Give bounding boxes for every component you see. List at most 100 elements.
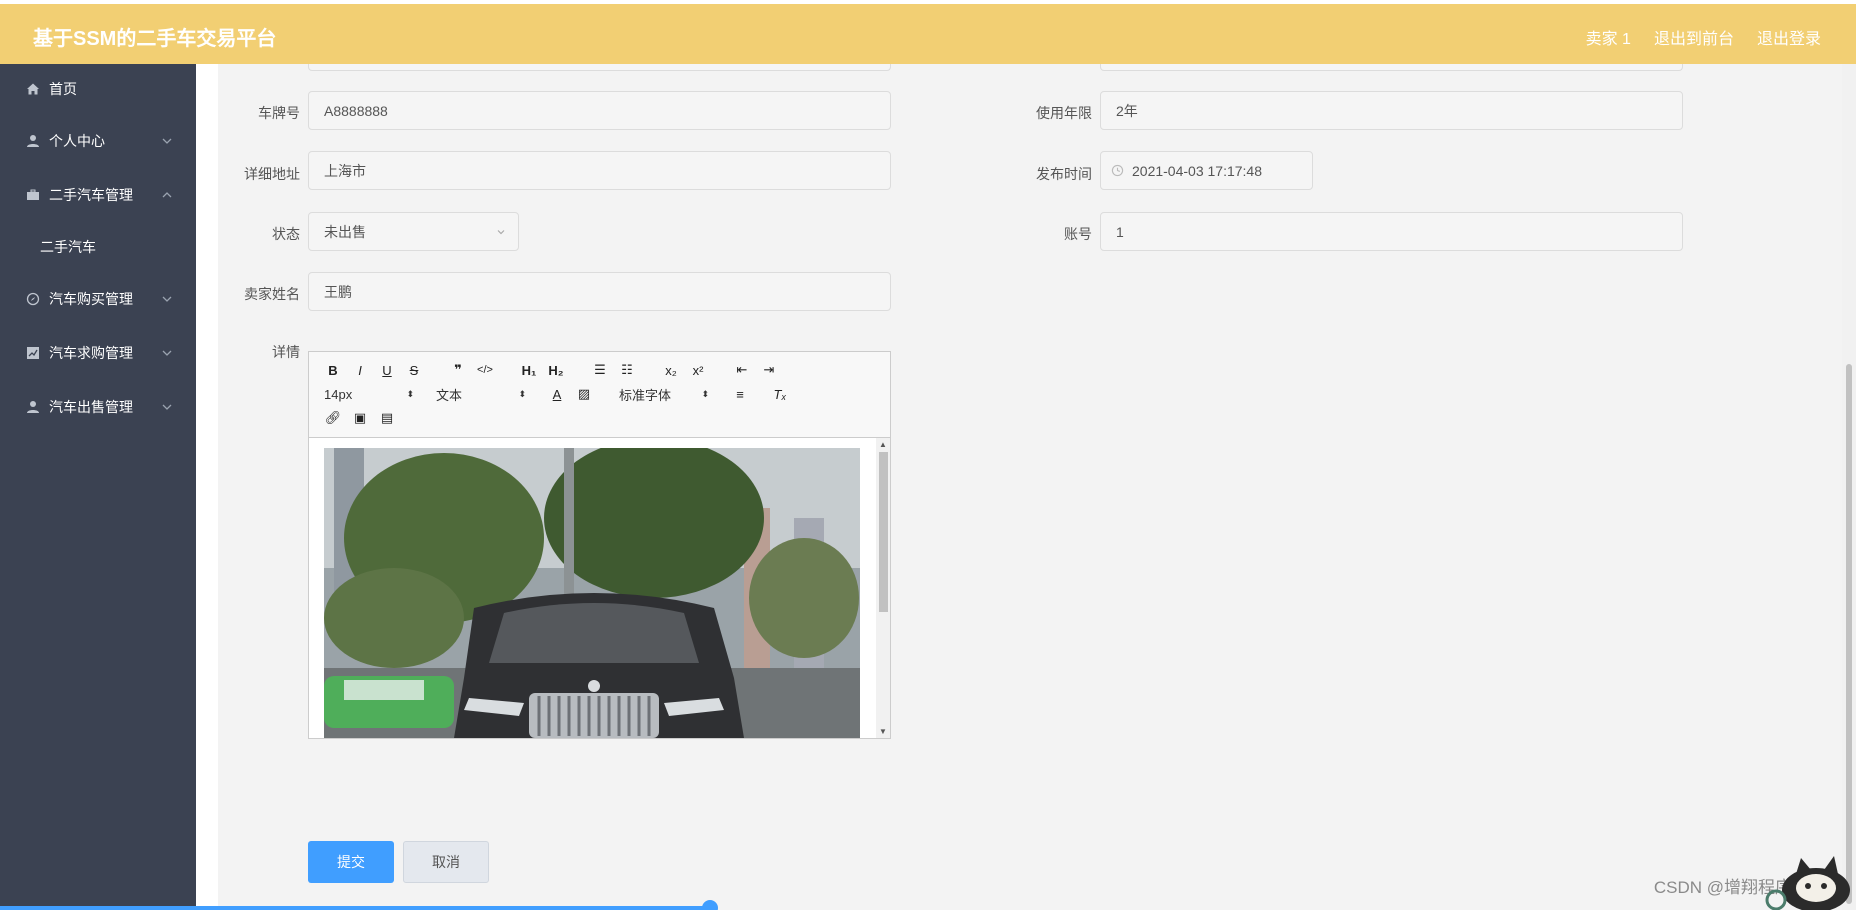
text-type-value: 文本 xyxy=(436,387,463,403)
editor-scroll-thumb[interactable] xyxy=(879,452,888,612)
align-icon[interactable]: ≡ xyxy=(731,385,749,403)
updown-icon: ⬍ xyxy=(518,388,526,399)
editor-toolbar: B I U S ❞ </> H₁ H₂ ☰ ☷ x₂ x² ⇤ ⇥ 14px ⬍… xyxy=(309,352,890,438)
publish-time-field[interactable]: 2021-04-03 17:17:48 xyxy=(1100,151,1313,190)
outdent-icon[interactable]: ⇤ xyxy=(733,361,751,379)
text-type-picker[interactable]: 文本 ⬍ xyxy=(436,385,526,404)
sidebar-item-home[interactable]: 首页 xyxy=(0,64,196,114)
rich-text-editor[interactable]: B I U S ❞ </> H₁ H₂ ☰ ☷ x₂ x² ⇤ ⇥ 14px ⬍… xyxy=(308,351,891,739)
toolbar-row-3: 🔗︎ ▣ ▤ xyxy=(324,408,405,428)
chevron-down-icon xyxy=(497,230,505,235)
cancel-button[interactable]: 取消 xyxy=(403,841,489,883)
status-label: 状态 xyxy=(272,226,300,242)
bullet-list-icon[interactable]: ☷ xyxy=(618,361,636,379)
sidebar-item-label: 个人中心 xyxy=(49,133,105,149)
submit-button[interactable]: 提交 xyxy=(308,841,394,883)
font-color-icon[interactable]: A xyxy=(548,385,566,403)
compass-icon xyxy=(25,291,41,307)
chevron-up-icon xyxy=(162,192,172,198)
clear-format-icon[interactable]: Tₓ xyxy=(771,385,789,403)
app-root: 基于SSM的二手车交易平台 卖家 1 退出到前台 退出登录 首页 个人中心 二手… xyxy=(0,0,1856,910)
sidebar-item-label: 汽车求购管理 xyxy=(49,345,133,361)
sidebar-item-car-sale-management[interactable]: 汽车出售管理 xyxy=(0,380,196,434)
seller-label: 卖家姓名 xyxy=(244,286,300,302)
form-panel: 车牌号 A8888888 使用年限 2年 详细地址 上海市 发布时间 2021-… xyxy=(218,64,1850,910)
header-links: 卖家 1 退出到前台 退出登录 xyxy=(1586,25,1821,49)
subscript-icon[interactable]: x₂ xyxy=(662,361,680,379)
font-family-picker[interactable]: 标准字体 ⬍ xyxy=(619,385,709,404)
chevron-down-icon[interactable]: ▼ xyxy=(879,727,887,736)
years-field[interactable]: 2年 xyxy=(1100,91,1683,130)
account-label: 账号 xyxy=(1064,226,1092,242)
font-size-picker[interactable]: 14px ⬍ xyxy=(324,387,414,402)
detail-label: 详情 xyxy=(272,344,300,360)
years-label: 使用年限 xyxy=(1036,105,1092,121)
logout-link[interactable]: 退出登录 xyxy=(1757,25,1821,49)
font-family-value: 标准字体 xyxy=(619,387,672,403)
chevron-down-icon xyxy=(162,350,172,356)
publish-time-value: 2021-04-03 17:17:48 xyxy=(1132,162,1262,179)
chart-icon xyxy=(25,345,41,361)
indent-icon[interactable]: ⇥ xyxy=(760,361,778,379)
app-title: 基于SSM的二手车交易平台 xyxy=(33,28,277,50)
status-select[interactable]: 未出售 xyxy=(308,212,519,251)
italic-icon[interactable]: I xyxy=(351,361,369,379)
blockquote-icon[interactable]: ❞ xyxy=(449,361,467,379)
sidebar-subitem-used-car[interactable]: 二手汽车 xyxy=(0,222,196,272)
user-icon xyxy=(25,133,41,149)
video-icon[interactable]: ▤ xyxy=(378,409,396,427)
updown-icon: ⬍ xyxy=(406,388,414,399)
plate-field[interactable]: A8888888 xyxy=(308,91,891,130)
top-header: 基于SSM的二手车交易平台 卖家 1 退出到前台 退出登录 xyxy=(0,0,1856,64)
underline-icon[interactable]: U xyxy=(378,361,396,379)
sidebar-item-car-wanted-management[interactable]: 汽车求购管理 xyxy=(0,326,196,380)
editor-scrollbar[interactable]: ▲ ▼ xyxy=(876,438,890,738)
sidebar-item-personal-center[interactable]: 个人中心 xyxy=(0,114,196,168)
page-scroll-thumb[interactable] xyxy=(1846,364,1852,904)
page-scrollbar[interactable] xyxy=(1842,64,1856,910)
sidebar-item-label: 汽车出售管理 xyxy=(49,399,133,415)
status-value: 未出售 xyxy=(324,223,366,240)
updown-icon: ⬍ xyxy=(701,388,709,399)
editor-content[interactable]: ▲ ▼ xyxy=(309,438,890,738)
superscript-icon[interactable]: x² xyxy=(689,361,707,379)
publish-time-label: 发布时间 xyxy=(1036,166,1092,182)
sidebar-item-car-purchase-management[interactable]: 汽车购买管理 xyxy=(0,272,196,326)
sidebar-item-label: 首页 xyxy=(49,81,77,97)
home-icon xyxy=(25,81,41,97)
horizontal-scroll-knob[interactable] xyxy=(702,900,718,910)
toolbar-row-2: 14px ⬍ 文本 ⬍ A ▨ 标准字体 ⬍ ≡ Tₓ xyxy=(324,384,798,404)
heading-2-icon[interactable]: H₂ xyxy=(547,361,565,379)
font-size-value: 14px xyxy=(324,386,353,402)
seller-field[interactable]: 王鹏 xyxy=(308,272,891,311)
strikethrough-icon[interactable]: S xyxy=(405,361,423,379)
background-color-icon[interactable]: ▨ xyxy=(575,385,593,403)
chevron-down-icon xyxy=(162,138,172,144)
chevron-down-icon xyxy=(162,296,172,302)
chevron-up-icon[interactable]: ▲ xyxy=(879,440,887,449)
sidebar: 首页 个人中心 二手汽车管理 二手汽车 汽车购买管理 汽车求购管理 汽车出售管理 xyxy=(0,64,196,910)
image-icon[interactable]: ▣ xyxy=(351,409,369,427)
address-label: 详细地址 xyxy=(244,166,300,182)
cut-off-input-left[interactable] xyxy=(308,64,891,71)
current-user-link[interactable]: 卖家 1 xyxy=(1586,25,1631,49)
link-icon[interactable]: 🔗︎ xyxy=(324,409,342,427)
clock-icon xyxy=(1111,164,1124,177)
back-to-front-link[interactable]: 退出到前台 xyxy=(1654,25,1734,49)
cut-off-input-right[interactable] xyxy=(1100,64,1683,71)
suitcase-icon xyxy=(25,187,41,203)
car-photo xyxy=(324,448,860,738)
address-field[interactable]: 上海市 xyxy=(308,151,891,190)
account-field[interactable]: 1 xyxy=(1100,212,1683,251)
sidebar-item-label: 汽车购买管理 xyxy=(49,291,133,307)
horizontal-progress-line xyxy=(0,906,710,910)
toolbar-row-1: B I U S ❞ </> H₁ H₂ ☰ ☷ x₂ x² ⇤ ⇥ xyxy=(324,360,787,380)
user-icon xyxy=(25,399,41,415)
bold-icon[interactable]: B xyxy=(324,361,342,379)
heading-1-icon[interactable]: H₁ xyxy=(520,361,538,379)
code-block-icon[interactable]: </> xyxy=(476,361,494,379)
ordered-list-icon[interactable]: ☰ xyxy=(591,361,609,379)
cat-mascot-icon xyxy=(1765,856,1850,910)
plate-label: 车牌号 xyxy=(258,105,300,121)
sidebar-item-used-car-management[interactable]: 二手汽车管理 xyxy=(0,168,196,222)
